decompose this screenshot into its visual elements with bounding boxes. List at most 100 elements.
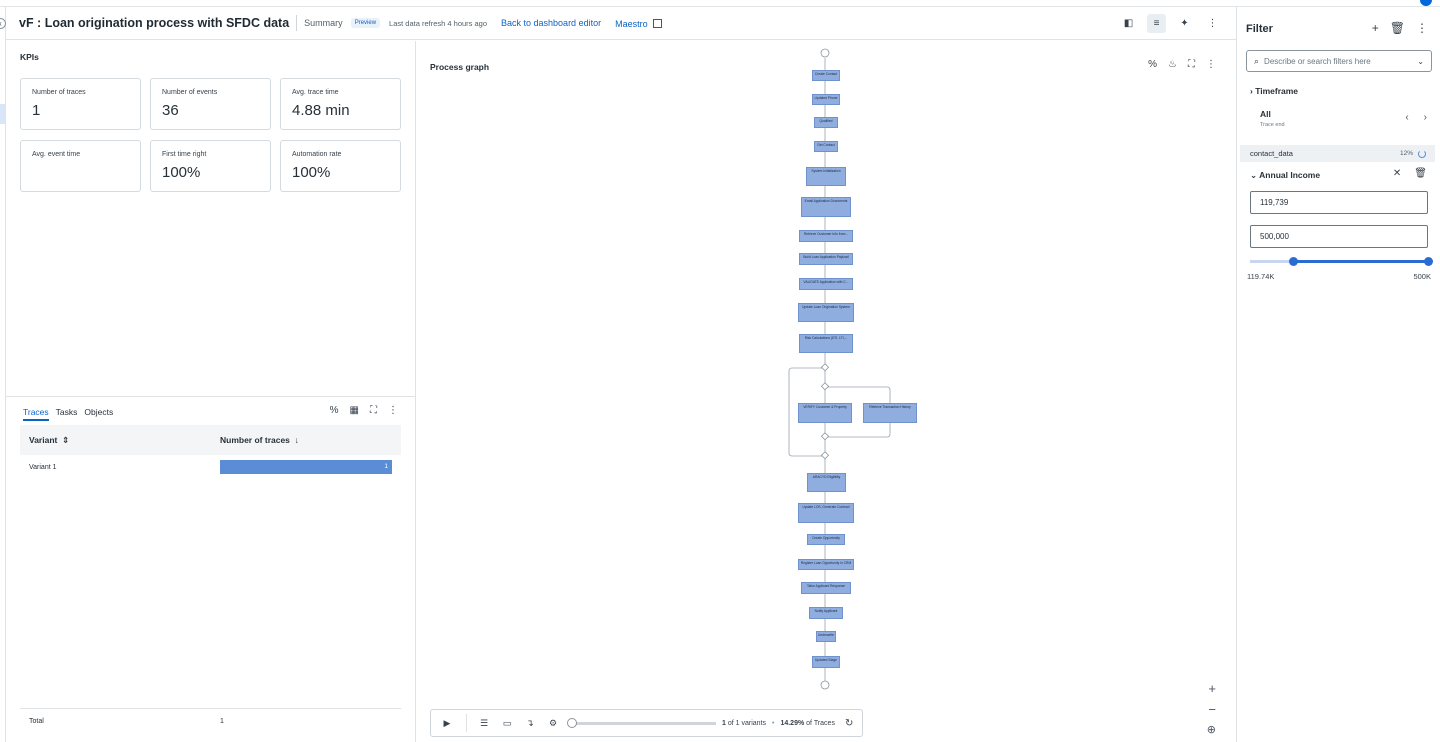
- range-max-handle[interactable]: [1424, 257, 1433, 266]
- dashboard-header: vF : Loan origination process with SFDC …: [6, 7, 1236, 40]
- kpi-label: Avg. event time: [32, 151, 81, 158]
- variant-slider[interactable]: [567, 717, 716, 728]
- refresh-status: Last data refresh 4 hours ago: [389, 18, 488, 28]
- graph-activity-node[interactable]: Update Loan Origination System: [798, 303, 854, 322]
- sort-icon[interactable]: ⇕: [60, 435, 69, 445]
- graph-activity-node[interactable]: Notify Applicant: [809, 607, 843, 619]
- process-graph-title: Process graph: [430, 62, 490, 72]
- traces-panel: Traces Tasks Objects % ▦ ⛶ ⋮ Variant ⇕ N…: [6, 396, 416, 742]
- table-row[interactable]: Variant 1 1: [20, 455, 401, 479]
- play-icon[interactable]: ▶: [440, 716, 454, 730]
- kpi-value: 1: [32, 102, 41, 119]
- filter-search-input[interactable]: ⌕ Describe or search filters here ⌄: [1246, 50, 1432, 72]
- filter-toggle-icon[interactable]: ≡: [1147, 14, 1166, 33]
- range-max-label: 500K: [1413, 272, 1431, 281]
- kpi-value: 100%: [162, 164, 201, 181]
- kpi-label: Automation rate: [292, 151, 342, 158]
- add-filter-icon[interactable]: +: [1372, 21, 1379, 35]
- min-value-input[interactable]: 119,739: [1250, 191, 1428, 214]
- step-arrow-icon[interactable]: ↴: [523, 716, 537, 730]
- more-options-icon[interactable]: ⋮: [1206, 59, 1216, 70]
- tab-tasks[interactable]: Tasks: [56, 407, 78, 421]
- annual-income-toggle[interactable]: ⌄ Annual Income: [1250, 170, 1320, 181]
- delete-icon[interactable]: 🗑: [1414, 168, 1427, 179]
- graph-activity-node[interactable]: Register Loan Opportunity in CRM: [798, 559, 854, 570]
- kpi-card-traces[interactable]: Number of traces 1: [20, 78, 141, 130]
- graph-activity-node[interactable]: Tailor Applicant Response: [801, 582, 851, 594]
- graph-activity-node[interactable]: Update LOS, Generate Contract: [798, 503, 854, 523]
- fullscreen-icon[interactable]: ⛶: [370, 405, 377, 416]
- recenter-icon[interactable]: ⊕: [1207, 723, 1216, 736]
- graph-activity-node[interactable]: Risk Calculations (DTI, LTI,...: [799, 334, 853, 353]
- graph-activity-node[interactable]: VALIDATE Application with C...: [799, 278, 853, 290]
- graph-activity-node[interactable]: Qualified: [814, 117, 838, 128]
- more-options-icon[interactable]: ⋮: [1203, 14, 1222, 33]
- notification-dot[interactable]: [1420, 0, 1432, 6]
- traces-percent-text: of Traces: [806, 719, 835, 727]
- graph-activity-node[interactable]: System Initialization: [806, 167, 846, 186]
- graph-activity-node[interactable]: Retrieve Transaction History: [863, 403, 917, 423]
- page-title: vF : Loan origination process with SFDC …: [19, 16, 290, 30]
- variant-player: ▶ ☰ ▭ ↴ ⚙ 1 of 1 variants • 14.29% of Tr…: [430, 709, 863, 737]
- slider-knob[interactable]: [567, 717, 577, 728]
- max-value-input[interactable]: 500,000: [1250, 225, 1428, 248]
- column-number-of-traces[interactable]: Number of traces ↓: [220, 435, 299, 445]
- column-variant[interactable]: Variant ⇕: [29, 435, 69, 446]
- caption-icon[interactable]: ▭: [500, 716, 514, 730]
- chevron-left-icon[interactable]: ‹: [1405, 112, 1408, 123]
- graph-activity-node[interactable]: Create Contact: [812, 70, 840, 81]
- settings-icon[interactable]: ⚙: [546, 716, 560, 730]
- kpi-card-first-time-right[interactable]: First time right 100%: [150, 140, 271, 192]
- chevron-down-icon[interactable]: ⌄: [1417, 57, 1424, 66]
- graph-branch-edge: [825, 386, 891, 404]
- tab-traces[interactable]: Traces: [23, 407, 49, 421]
- ai-sparkle-icon[interactable]: ✦: [1175, 14, 1194, 33]
- datasource-row[interactable]: contact_data 12%: [1240, 145, 1435, 162]
- tab-objects[interactable]: Objects: [84, 407, 113, 421]
- more-options-icon[interactable]: ⋮: [1416, 21, 1428, 35]
- delete-all-icon[interactable]: 🗑: [1390, 21, 1405, 35]
- range-min-handle[interactable]: [1289, 257, 1298, 266]
- close-icon[interactable]: ✕: [1393, 168, 1401, 179]
- percent-icon[interactable]: %: [330, 405, 339, 416]
- fullscreen-icon[interactable]: ⛶: [1188, 59, 1195, 70]
- refresh-icon[interactable]: ↻: [845, 718, 853, 729]
- percent-icon[interactable]: %: [1148, 59, 1157, 70]
- zoom-out-icon[interactable]: −: [1208, 702, 1216, 717]
- graph-activity-node[interactable]: Retrieve Customer Info from...: [799, 230, 853, 242]
- maestro-link[interactable]: Maestro: [615, 18, 662, 29]
- graph-activity-node[interactable]: Email Application Documents: [801, 197, 851, 217]
- kpi-label: First time right: [162, 151, 207, 158]
- more-options-icon[interactable]: ⋮: [388, 405, 398, 416]
- kpi-card-automation-rate[interactable]: Automation rate 100%: [280, 140, 401, 192]
- zoom-in-icon[interactable]: +: [1208, 681, 1216, 696]
- kpi-card-avg-event-time[interactable]: Avg. event time: [20, 140, 141, 192]
- graph-start-node: [820, 48, 830, 58]
- kpi-card-events[interactable]: Number of events 36: [150, 78, 271, 130]
- graph-activity-node[interactable]: Underwrite: [816, 631, 836, 642]
- gateway-node: [820, 382, 830, 391]
- kpi-label: Number of traces: [32, 89, 86, 96]
- table-view-icon[interactable]: ▦: [350, 405, 359, 416]
- summary-label: Summary: [304, 18, 343, 28]
- graph-end-node: [820, 680, 830, 690]
- back-to-editor-link[interactable]: Back to dashboard editor: [501, 18, 601, 28]
- graph-activity-node[interactable]: Get Contact: [814, 141, 838, 152]
- timeframe-toggle[interactable]: › Timeframe: [1250, 86, 1298, 96]
- graph-activity-node[interactable]: VERIFY Customer & Property: [798, 403, 852, 423]
- filter-actions: + 🗑 ⋮: [1372, 21, 1428, 35]
- kpi-value: 4.88 min: [292, 102, 350, 119]
- layout-toggle-icon[interactable]: ◧: [1119, 14, 1138, 33]
- list-view-icon[interactable]: ☰: [477, 716, 491, 730]
- chevron-right-icon[interactable]: ›: [1424, 112, 1427, 123]
- graph-activity-node[interactable]: Create Opportunity: [807, 534, 845, 545]
- variant-count-number: 1: [722, 719, 726, 727]
- lightbulb-icon[interactable]: ♨: [1168, 59, 1177, 70]
- kpi-card-avg-trace-time[interactable]: Avg. trace time 4.88 min: [280, 78, 401, 130]
- graph-activity-node[interactable]: ARACYD Eligibility: [807, 473, 846, 492]
- graph-activity-node[interactable]: Updated Phone: [812, 94, 840, 105]
- graph-activity-node[interactable]: Updated Stage: [812, 656, 840, 668]
- income-range-slider[interactable]: [1250, 257, 1433, 266]
- graph-activity-node[interactable]: Build Loan Application Payload: [799, 253, 853, 265]
- sort-desc-icon[interactable]: ↓: [292, 435, 299, 445]
